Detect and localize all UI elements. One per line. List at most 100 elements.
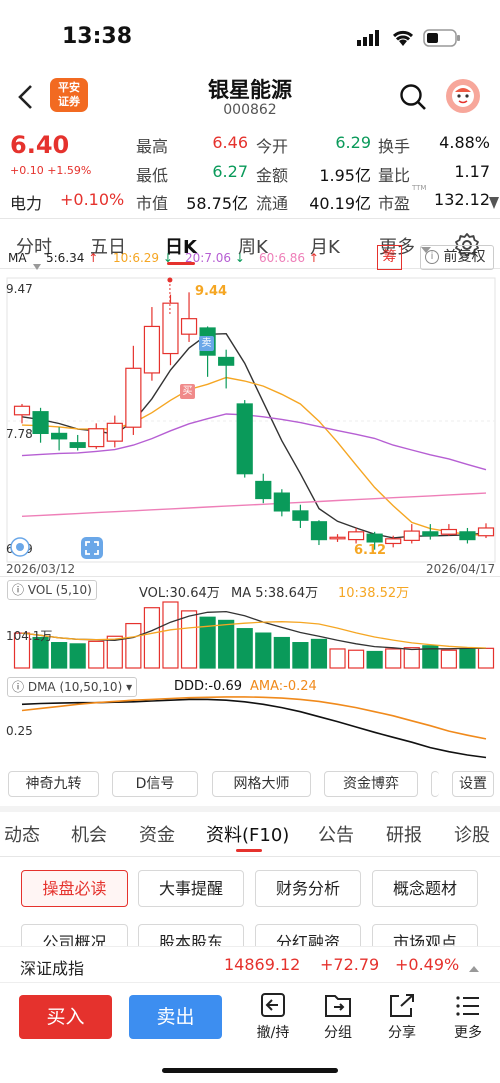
- expand-caret-icon[interactable]: [489, 197, 499, 209]
- y-axis-mid: 7.78: [6, 427, 33, 441]
- quote-key: 流通: [256, 194, 289, 213]
- more-button[interactable]: 更多: [443, 992, 493, 1042]
- ma5-value: 5:6.34 ↑: [46, 251, 99, 265]
- dma-axis-label: 0.25: [6, 724, 33, 738]
- quote-value: 132.12: [434, 190, 490, 209]
- quote-key: 最高: [136, 137, 169, 156]
- chip-distribution-button[interactable]: 筹: [377, 245, 402, 270]
- candlestick-chart[interactable]: [0, 276, 500, 566]
- ma60-value: 60:6.86 ↑: [259, 251, 319, 265]
- indicator-settings-button[interactable]: 设置: [452, 771, 494, 797]
- dma-chart[interactable]: [0, 692, 500, 764]
- signal-icon: [357, 30, 381, 46]
- vol-title[interactable]: ⓘ VOL (5,10): [7, 580, 97, 600]
- indicator-button-d-signal[interactable]: D信号: [112, 771, 198, 797]
- vol-ma5: MA 5:38.64万: [231, 586, 319, 601]
- volume-bar: [366, 650, 383, 669]
- candle-body: [347, 531, 365, 541]
- candle-body: [162, 302, 179, 355]
- index-value: 14869.12: [224, 955, 301, 974]
- candle-body: [459, 531, 476, 541]
- tab-diagnosis[interactable]: 诊股: [454, 821, 490, 847]
- tab-f10[interactable]: 资料(F10): [206, 821, 289, 847]
- index-name: 深证成指: [20, 959, 85, 978]
- tab-announcements[interactable]: 公告: [318, 821, 354, 847]
- share-label: 分享: [388, 1025, 416, 1041]
- candle-body: [143, 325, 161, 374]
- volume-bar: [440, 649, 457, 669]
- quote-value: 6.46: [212, 133, 248, 152]
- candle-body: [385, 538, 402, 545]
- tab-opportunity[interactable]: 机会: [71, 821, 107, 847]
- peak-dot: [167, 277, 173, 283]
- volume-bar: [236, 628, 253, 669]
- ma10-line: [21, 376, 487, 536]
- group-icon: [325, 995, 351, 1017]
- menu-list-icon: [456, 996, 479, 1016]
- quote-value: 6.29: [335, 133, 371, 152]
- zoom-in-icon[interactable]: [10, 537, 30, 557]
- x-axis-end-date: 2026/04/17: [426, 562, 496, 576]
- candle-body: [440, 528, 457, 535]
- candle-body: [13, 405, 31, 416]
- candle-body: [32, 411, 49, 435]
- sub-tab-indicator: [236, 849, 262, 852]
- volume-bar: [255, 632, 272, 669]
- expand-up-icon[interactable]: [468, 959, 480, 972]
- ma-dropdown-icon[interactable]: [33, 255, 41, 270]
- status-time: 13:38: [62, 24, 133, 49]
- candle-body: [236, 403, 253, 475]
- min-price-marker: 6.12: [354, 543, 387, 558]
- indicator-button-partial[interactable]: [431, 771, 439, 797]
- volume-bar: [162, 601, 179, 669]
- share-button[interactable]: 分享: [377, 992, 427, 1042]
- y-axis-high: 9.47: [6, 282, 33, 296]
- volume-chart[interactable]: [0, 600, 500, 670]
- quote-key: 市值: [136, 194, 169, 213]
- group-label: 分组: [324, 1025, 352, 1041]
- vol-value: VOL:30.64万: [139, 586, 220, 601]
- vol-ma10: 10:38.52万: [338, 586, 410, 601]
- fullscreen-icon[interactable]: [81, 537, 103, 559]
- adjust-mode-button[interactable]: i 前复权: [420, 245, 494, 270]
- quote-key: 最低: [136, 166, 169, 185]
- chip-major-events[interactable]: 大事提醒: [138, 870, 244, 907]
- quote-value: 1.17: [454, 162, 490, 181]
- volume-bar: [459, 648, 476, 669]
- candle-body: [180, 318, 198, 335]
- tab-news[interactable]: 动态: [4, 821, 40, 847]
- volume-bar: [310, 638, 328, 669]
- quote-key: 量比: [378, 166, 411, 185]
- quote-key: 换手: [378, 137, 411, 156]
- quote-value: 40.19亿: [309, 194, 371, 213]
- chip-financial-analysis[interactable]: 财务分析: [255, 870, 361, 907]
- share-icon: [390, 994, 414, 1017]
- candle-body: [329, 536, 346, 540]
- indicator-button-fund-game[interactable]: 资金博弈: [324, 771, 418, 797]
- volume-bar: [69, 643, 86, 669]
- chip-trading-guide[interactable]: 操盘必读: [21, 870, 128, 907]
- tab-research[interactable]: 研报: [386, 821, 422, 847]
- indicator-button-magic-nine[interactable]: 神奇九转: [8, 771, 99, 797]
- candle-body: [125, 367, 142, 428]
- assistant-avatar-icon[interactable]: [445, 78, 481, 114]
- buy-button[interactable]: 买入: [19, 995, 112, 1039]
- quote-key: 今开: [256, 137, 289, 156]
- search-icon[interactable]: [398, 82, 428, 112]
- group-button[interactable]: 分组: [313, 992, 363, 1042]
- candle-body: [310, 521, 328, 541]
- indicator-button-grid-master[interactable]: 网格大师: [212, 771, 311, 797]
- volume-bar: [273, 636, 290, 669]
- tab-funds[interactable]: 资金: [139, 821, 175, 847]
- cancel-position-button[interactable]: 撤/持: [248, 992, 298, 1042]
- ma20-value: 20:7.06 ↓: [185, 251, 245, 265]
- chip-concepts[interactable]: 概念题材: [372, 870, 478, 907]
- last-price: 6.40: [10, 131, 70, 159]
- candle-body: [292, 510, 309, 521]
- sell-button[interactable]: 卖出: [129, 995, 222, 1039]
- index-change-pct: +0.49%: [395, 955, 460, 974]
- index-ticker-bar[interactable]: 深证成指 14869.12 +72.79 +0.49%: [0, 946, 500, 982]
- buy-signal-tag[interactable]: 买: [180, 384, 195, 399]
- ma-label[interactable]: MA: [8, 251, 27, 265]
- sell-signal-tag[interactable]: 卖: [199, 336, 214, 351]
